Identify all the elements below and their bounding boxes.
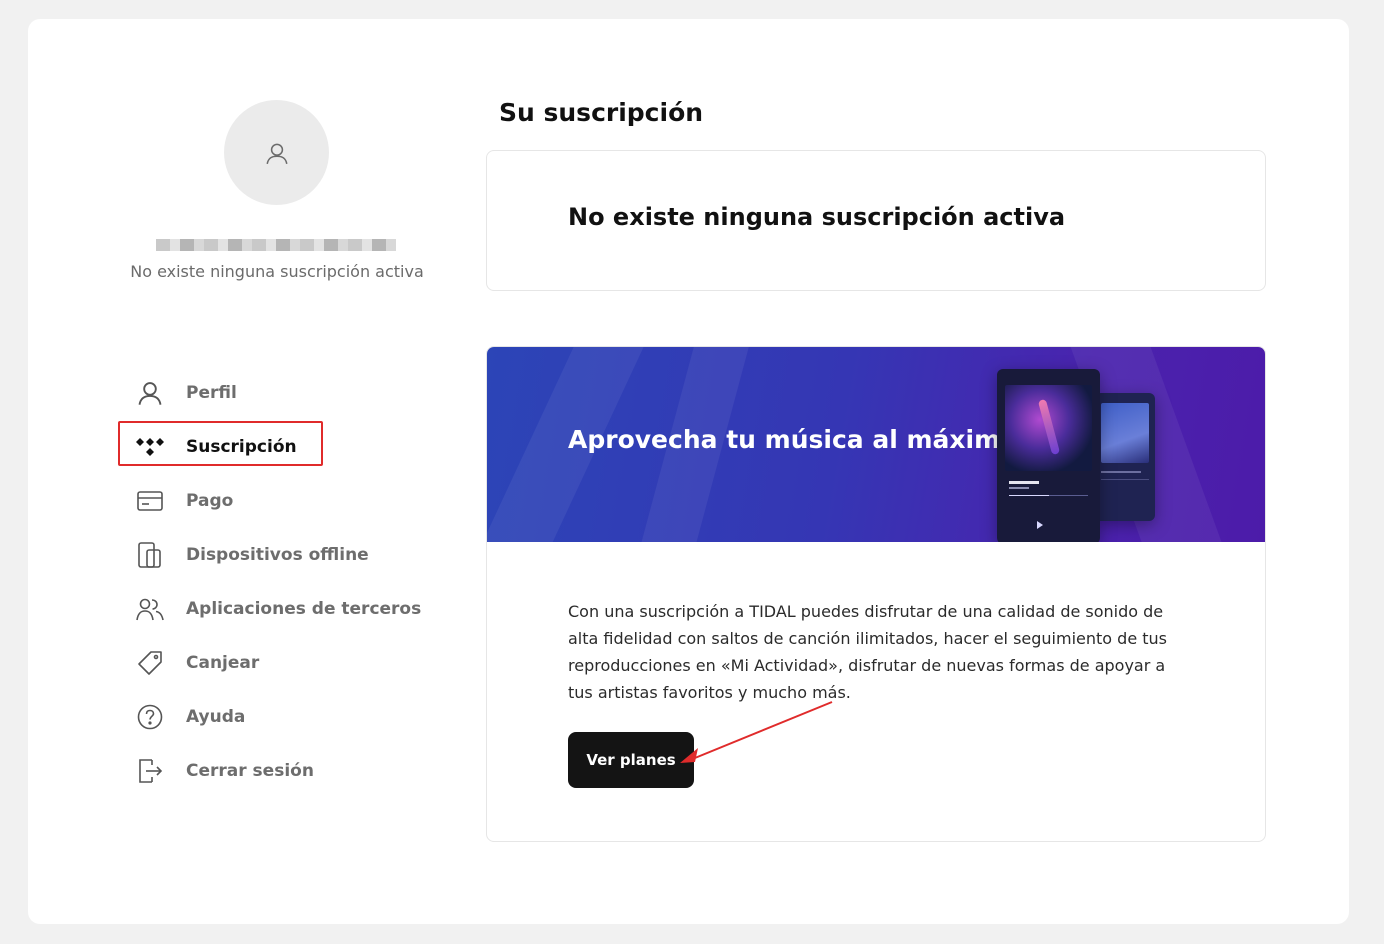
sidebar-item-ayuda[interactable]: Ayuda — [118, 690, 448, 744]
sidebar-item-aplicaciones-terceros[interactable]: Aplicaciones de terceros — [118, 582, 448, 636]
users-icon — [135, 594, 165, 624]
subscription-status-card: No existe ninguna suscripción activa — [486, 150, 1266, 291]
promo-description: Con una suscripción a TIDAL puedes disfr… — [568, 602, 1167, 702]
help-circle-icon — [135, 702, 165, 732]
ver-planes-button[interactable]: Ver planes — [568, 732, 694, 788]
sidebar-item-perfil[interactable]: Perfil — [118, 366, 448, 420]
username-redacted — [156, 239, 396, 251]
page-title: Su suscripción — [499, 98, 704, 127]
sidebar-nav: Perfil Suscripción Pago Dispositivos off… — [118, 366, 448, 798]
sidebar-item-label: Cerrar sesión — [186, 761, 314, 781]
sidebar-item-canjear[interactable]: Canjear — [118, 636, 448, 690]
sidebar-item-label: Perfil — [186, 383, 237, 403]
sidebar-item-label: Dispositivos offline — [186, 545, 369, 565]
devices-icon — [135, 540, 165, 570]
promo-banner: Aprovecha tu música al máximo — [487, 347, 1265, 542]
phone-mockup-back — [1095, 393, 1155, 521]
user-icon — [266, 143, 287, 164]
sidebar-item-label: Ayuda — [186, 707, 246, 727]
sidebar-item-dispositivos-offline[interactable]: Dispositivos offline — [118, 528, 448, 582]
subscription-status-text: No existe ninguna suscripción activa — [568, 203, 1066, 231]
credit-card-icon — [135, 486, 165, 516]
tag-icon — [135, 648, 165, 678]
sidebar-item-label: Suscripción — [186, 437, 297, 457]
sidebar-item-label: Canjear — [186, 653, 260, 673]
user-icon — [135, 378, 165, 408]
sidebar-item-suscripcion[interactable]: Suscripción — [118, 420, 448, 474]
sidebar-item-label: Pago — [186, 491, 234, 511]
promo-card: Aprovecha tu música al máximo Con una su… — [486, 346, 1266, 842]
album-art-image — [1101, 403, 1149, 463]
tidal-logo-icon — [135, 432, 165, 462]
promo-title: Aprovecha tu música al máximo — [568, 425, 1018, 454]
phone-mockup-front — [997, 369, 1100, 542]
sidebar-item-cerrar-sesion[interactable]: Cerrar sesión — [118, 744, 448, 798]
logout-icon — [135, 756, 165, 786]
avatar[interactable] — [224, 100, 329, 205]
profile-subscription-status: No existe ninguna suscripción activa — [130, 262, 424, 281]
sidebar-item-pago[interactable]: Pago — [118, 474, 448, 528]
sidebar-item-label: Aplicaciones de terceros — [186, 599, 422, 619]
